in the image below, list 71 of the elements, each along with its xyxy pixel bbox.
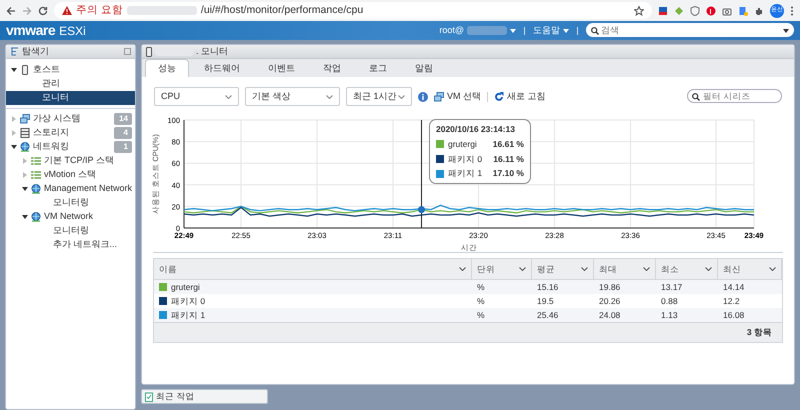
search-field[interactable]: 검색 <box>586 23 794 37</box>
tooltip-title: 2020/10/16 23:14:13 <box>436 123 516 136</box>
dropdown[interactable]: CPU <box>154 87 239 106</box>
column-header[interactable]: 단위 <box>472 259 532 279</box>
table-cell: 19.5 <box>537 294 554 308</box>
navigator-item[interactable]: vMotion 스택 <box>6 168 135 182</box>
brand-logo: vmware <box>6 21 56 40</box>
tab[interactable]: 이벤트 <box>255 58 308 77</box>
tab[interactable]: 로그 <box>356 58 400 77</box>
series-value: 16.11 % <box>493 152 524 166</box>
count-badge: 14 <box>114 113 132 125</box>
vm-select-button[interactable]: VM 선택 <box>434 90 482 104</box>
table-cell: % <box>477 280 485 294</box>
url-text: /ui/#/host/monitor/performance/cpu <box>200 2 364 18</box>
navigator-item[interactable]: 스토리지 4 <box>6 126 135 140</box>
security-warning: 주의 요함 <box>76 2 123 18</box>
count-badge: 1 <box>114 141 132 153</box>
navigator-item[interactable]: 기본 TCP/IP 스택 <box>6 154 135 168</box>
item-count: 3 항목 <box>746 326 772 339</box>
recent-tasks-tab[interactable]: 최근 작업 <box>141 389 268 404</box>
navigator-item[interactable]: 모니터 <box>6 91 135 105</box>
dropdown[interactable]: 최근 1시간 <box>346 87 412 106</box>
series-value: 17.10 % <box>492 167 524 180</box>
table-cell: 19.86 <box>599 280 620 294</box>
navigator-item[interactable]: 모니터링 <box>6 224 135 238</box>
navigator-item[interactable]: 관리 <box>6 77 135 91</box>
tab[interactable]: 알림 <box>402 58 446 77</box>
table-cell: 12.2 <box>723 294 740 308</box>
navigator-item[interactable]: 가상 시스템 14 <box>6 112 135 126</box>
user-menu[interactable]: root@ <box>439 24 516 38</box>
panel-title: 탐색기 <box>22 44 49 58</box>
table-cell: % <box>477 294 485 308</box>
column-header[interactable]: 최소 <box>656 259 718 279</box>
series-value: 16.61 % <box>492 138 524 150</box>
help-menu[interactable]: 도움말 <box>533 24 569 38</box>
table-cell: 25.46 <box>537 308 558 322</box>
filter-field[interactable]: 필터 시리즈 <box>687 89 782 104</box>
dropdown[interactable]: 기본 색상 <box>245 87 340 106</box>
table-cell: grutergi <box>171 280 200 294</box>
table-cell: 24.08 <box>599 308 620 322</box>
count-badge: 4 <box>114 127 132 139</box>
column-header[interactable]: 최신 <box>718 259 782 279</box>
series-name: grutergi <box>448 138 478 150</box>
column-header[interactable]: 평균 <box>532 259 594 279</box>
table-cell: 13.17 <box>661 280 682 294</box>
table-cell: 패키지 1 <box>171 308 206 322</box>
address-bar[interactable]: 주의 요함 /ui/#/host/monitor/performance/cpu <box>54 2 652 19</box>
table-cell: 15.16 <box>537 280 558 294</box>
navigator-item[interactable]: 추가 네트워크... <box>6 238 135 252</box>
table-cell: 1.13 <box>661 308 678 322</box>
table-cell: 20.26 <box>599 294 620 308</box>
product-name: ESXi <box>59 22 86 40</box>
tab[interactable]: 성능 <box>145 58 189 77</box>
navigator-item[interactable]: VM Network <box>6 210 135 224</box>
navigator-item[interactable]: 네트워킹 1 <box>6 140 135 154</box>
column-header[interactable]: 최대 <box>594 259 656 279</box>
navigator-item[interactable]: 호스트 <box>6 63 135 77</box>
table-cell: 14.14 <box>723 280 744 294</box>
series-name: 패키지 1 <box>448 167 484 180</box>
table-cell: 16.08 <box>723 308 744 322</box>
series-name: 패키지 0 <box>448 152 484 166</box>
navigator-item[interactable]: Management Network <box>6 182 135 196</box>
table-cell: 패키지 0 <box>171 294 206 308</box>
table-cell: % <box>477 308 485 322</box>
navigator-item[interactable]: 모니터링 <box>6 196 135 210</box>
refresh-button[interactable]: 새로 고침 <box>494 90 546 104</box>
tab[interactable]: 작업 <box>310 58 354 77</box>
tab[interactable]: 하드웨어 <box>191 58 253 77</box>
column-header[interactable]: 이름 <box>154 259 472 279</box>
table-cell: 0.88 <box>661 294 678 308</box>
panel-title: . 모니터 <box>196 44 228 58</box>
